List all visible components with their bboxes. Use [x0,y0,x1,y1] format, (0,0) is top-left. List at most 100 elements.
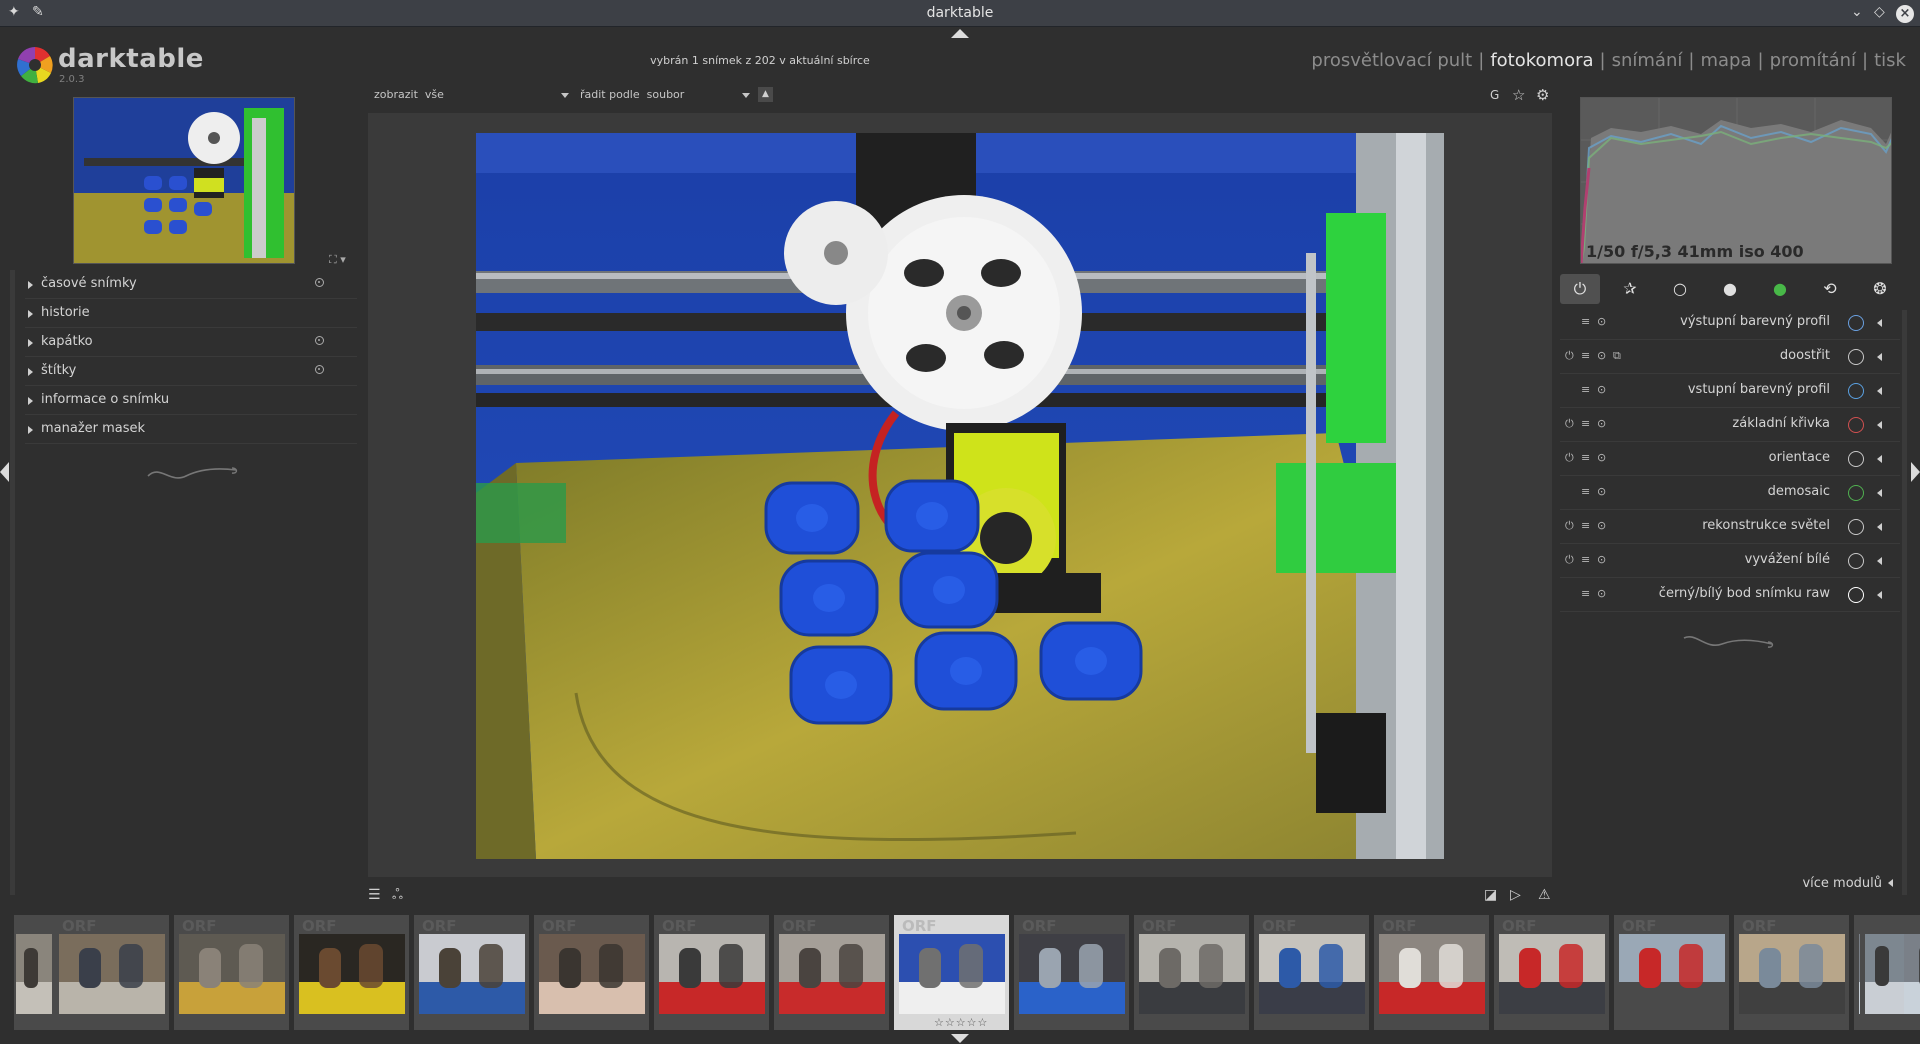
styles-icon[interactable]: ஃ [392,887,403,905]
group-effects-icon[interactable]: ❂ [1860,274,1900,304]
left-panel-toggle-icon[interactable] [0,462,9,482]
gamut-check-icon[interactable]: ⚠ [1538,887,1551,903]
multi-instance-icon[interactable]: ≡ [1581,519,1590,532]
overexposure-icon[interactable]: ◪ [1484,887,1497,903]
module-power-icon[interactable]: ⏻ [1565,519,1574,533]
presets-icon[interactable]: ⊙ [1597,349,1606,362]
module-power-icon[interactable]: ⏻ [1565,553,1574,567]
star-rating[interactable]: ☆☆☆☆☆ [934,1016,988,1029]
right-panel-scrollbar[interactable] [1902,310,1907,895]
module-2[interactable]: ≡ ⊙ vstupní barevný profil [1560,374,1900,408]
filmstrip-thumb[interactable]: ORF [1374,915,1489,1030]
expand-arrow-icon[interactable] [1877,489,1882,497]
module-5[interactable]: ≡ ⊙ demosaic [1560,476,1900,510]
grouping-button[interactable]: G [1490,88,1499,102]
group-tone-icon[interactable]: ● [1710,274,1750,304]
filmstrip-thumb[interactable]: ORF [54,915,169,1030]
presets-icon[interactable]: ⊙ [1597,383,1606,396]
module-1[interactable]: ⏻ ≡ ⊙ ⧉ doostřit [1560,340,1900,374]
module-7[interactable]: ⏻ ≡ ⊙ vyvážení bílé [1560,544,1900,578]
filmstrip-thumb[interactable]: ORF [294,915,409,1030]
module-power-icon[interactable]: ⏻ [1565,451,1574,465]
module-3[interactable]: ⏻ ≡ ⊙ základní křivka [1560,408,1900,442]
group-active-modules-icon[interactable]: ⏻ [1560,274,1600,304]
multi-instance-icon[interactable]: ≡ [1581,417,1590,430]
filmstrip-thumb[interactable]: ORF [774,915,889,1030]
filmstrip-thumb[interactable] [14,915,56,1030]
sort-value[interactable]: soubor [647,88,685,101]
view-2[interactable]: snímání [1612,50,1683,71]
filmstrip-thumb[interactable]: ORF [1734,915,1849,1030]
maximize-icon[interactable]: ◇ [1874,4,1885,20]
filmstrip-thumb[interactable]: ORF [1254,915,1369,1030]
expand-arrow-icon[interactable] [1877,421,1882,429]
filmstrip-thumb[interactable]: ORF ☆☆☆☆☆ [894,915,1009,1030]
sort-by[interactable]: řadit podle soubor [580,88,684,101]
more-modules-button[interactable]: více modulů [1802,876,1893,891]
sort-order-button[interactable]: ▲ [758,87,773,102]
multi-instance-icon[interactable]: ≡ [1581,383,1590,396]
expand-arrow-icon[interactable] [1877,455,1882,463]
multi-instance-icon[interactable]: ≡ [1581,315,1590,328]
expand-arrow-icon[interactable] [1877,387,1882,395]
reset-icon[interactable]: ⧉ [1613,349,1621,363]
left-module-5[interactable]: manažer masek [25,415,357,444]
presets-icon[interactable]: ⊙ [1597,315,1606,328]
expand-arrow-icon[interactable] [1877,319,1882,327]
right-panel-toggle-icon[interactable] [1911,462,1920,482]
view-5[interactable]: tisk [1874,50,1906,71]
filmstrip-thumb[interactable]: ORF [1614,915,1729,1030]
star-icon[interactable]: ☆ [1512,86,1525,104]
multi-instance-icon[interactable]: ≡ [1581,587,1590,600]
presets-icon[interactable]: ⊙ [1597,417,1606,430]
presets-icon[interactable]: ⊙ [1597,587,1606,600]
filmstrip-thumb[interactable]: ORF [1014,915,1129,1030]
left-module-0[interactable]: časové snímky [25,270,357,299]
view-4[interactable]: promítání [1770,50,1856,71]
filmstrip-thumb[interactable]: ORF [414,915,529,1030]
presets-icon[interactable] [315,365,324,374]
module-6[interactable]: ⏻ ≡ ⊙ rekonstrukce světel [1560,510,1900,544]
module-0[interactable]: ≡ ⊙ výstupní barevný profil [1560,306,1900,340]
view-3[interactable]: mapa [1700,50,1751,71]
expand-arrow-icon[interactable] [1877,591,1882,599]
filter-show-dropdown-icon[interactable] [561,88,569,101]
filmstrip-thumb[interactable] [1860,915,1904,1030]
view-1[interactable]: fotokomora [1490,50,1593,71]
filmstrip-thumb[interactable]: ORF [1494,915,1609,1030]
multi-instance-icon[interactable]: ≡ [1581,349,1590,362]
left-module-1[interactable]: historie [25,299,357,328]
close-icon[interactable]: × [1896,5,1914,23]
group-color-icon[interactable]: ● [1760,274,1800,304]
filmstrip-thumb[interactable]: ORF [534,915,649,1030]
minimize-icon[interactable]: ⌄ [1851,4,1863,20]
presets-icon[interactable]: ⊙ [1597,553,1606,566]
top-panel-toggle-icon[interactable] [951,29,969,38]
gear-icon[interactable]: ⚙ [1536,86,1549,104]
navigation-preview[interactable] [73,97,295,264]
multi-instance-icon[interactable]: ≡ [1581,553,1590,566]
view-0[interactable]: prosvětlovací pult [1311,50,1472,71]
module-power-icon[interactable]: ⏻ [1565,349,1574,363]
expand-arrow-icon[interactable] [1877,353,1882,361]
group-favorites-icon[interactable]: ✰ [1610,274,1650,304]
filter-show-value[interactable]: vše [425,88,444,101]
bottom-panel-toggle-icon[interactable] [951,1034,969,1043]
group-correct-icon[interactable]: ⟲ [1810,274,1850,304]
filmstrip-thumb[interactable]: ORF [174,915,289,1030]
presets-icon[interactable] [315,278,324,287]
filmstrip-thumb[interactable]: ORF [654,915,769,1030]
sort-dropdown-icon[interactable] [742,88,750,101]
presets-icon[interactable]: ⊙ [1597,519,1606,532]
softproof-icon[interactable]: ▷ [1510,887,1521,903]
histogram[interactable]: 1/50 f/5,3 41mm iso 400 [1580,97,1892,264]
group-basic-icon[interactable]: ○ [1660,274,1700,304]
presets-icon[interactable]: ⊙ [1597,451,1606,464]
left-module-2[interactable]: kapátko [25,328,357,357]
main-image[interactable] [476,133,1444,859]
filter-show[interactable]: zobrazit vše [374,88,444,101]
left-module-3[interactable]: štítky [25,357,357,386]
left-panel-scrollbar[interactable] [10,270,15,895]
module-power-icon[interactable]: ⏻ [1565,417,1574,431]
multi-instance-icon[interactable]: ≡ [1581,485,1590,498]
